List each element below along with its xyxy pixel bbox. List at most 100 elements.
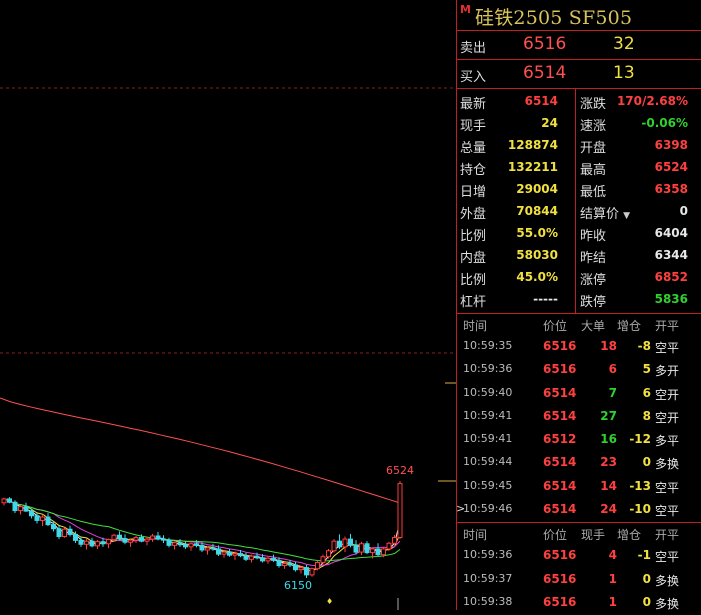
stat-value: 24 (541, 116, 558, 130)
candle-body (359, 543, 364, 553)
kline-svg: 6524 6150 ♦ (0, 87, 456, 610)
ticks-header: 时间 价位 大单 增仓 开平 (457, 314, 701, 336)
tick-type: 多换 (655, 573, 680, 588)
tick-row[interactable]: 10:59:44 6514 23 0 多换 (457, 452, 701, 475)
tick-price: 6516 (543, 339, 577, 353)
stat-value: ----- (533, 292, 558, 306)
stat-value: 6358 (654, 182, 688, 196)
tick-volume: 1 (608, 594, 617, 609)
kline-chart[interactable]: 6524 6150 ♦ (0, 0, 456, 610)
candle-body (238, 553, 243, 557)
tick-time: 10:59:41 (463, 432, 513, 446)
stat-label: 开盘 (580, 141, 607, 156)
bottom-marker-icon: ♦ (326, 597, 333, 606)
candle-body (29, 510, 34, 517)
tick-row[interactable]: 10:59:40 6514 7 6 空开 (457, 383, 701, 406)
candle-body (309, 568, 315, 576)
contract-title: M 硅铁2505 SF505 (457, 0, 701, 31)
tick-type: 空平 (655, 341, 680, 355)
buy-volume: 13 (613, 63, 635, 83)
stat-label: 外盘 (460, 207, 487, 222)
candle-body (177, 542, 183, 546)
candle-body (194, 543, 199, 546)
stats-row: 日增 29004 最低 6358 (457, 179, 701, 201)
tick-row[interactable]: >10:59:46 6514 24 -10 空平 (456, 499, 701, 522)
tick-price: 6512 (543, 432, 577, 447)
tick-oi-change: 8 (642, 408, 651, 423)
candle-body (205, 547, 210, 551)
tick-time: 10:59:41 (463, 408, 513, 422)
candle-body (150, 535, 155, 540)
tick-volume: 1 (608, 571, 617, 586)
candle-body (40, 516, 45, 521)
ticks-header-cell: 大单 (581, 319, 606, 333)
stats-row: 内盘 58030 昨结 6344 (457, 245, 701, 267)
stat-value: -0.06% (641, 116, 688, 130)
candle-body (62, 528, 67, 538)
stat-label: 跌停 (580, 295, 607, 310)
tick-row[interactable]: 10:59:38 6516 1 0 多换 (457, 592, 701, 615)
tick-time: 10:59:36 (463, 548, 513, 562)
tick-row[interactable]: 10:59:36 6516 4 -1 空平 (457, 545, 701, 568)
sell-label: 卖出 (460, 41, 487, 56)
tick-time: 10:59:45 (463, 478, 513, 492)
tick-price: 6514 (543, 408, 577, 423)
candle-body (353, 544, 359, 553)
candle-body (315, 561, 320, 570)
candle-body (45, 516, 51, 526)
market-marker: M (460, 3, 471, 16)
ticks-header-cell: 价位 (543, 528, 568, 543)
tick-price: 6514 (543, 478, 577, 493)
candle-body (89, 540, 95, 547)
stat-value: 29004 (516, 182, 558, 196)
candle-body (122, 538, 128, 543)
tick-volume: 4 (608, 548, 617, 563)
tick-oi-change: 0 (642, 455, 651, 470)
tick-row[interactable]: 10:59:41 6514 27 8 空开 (457, 406, 701, 429)
candle-body (271, 557, 276, 561)
candle-body (249, 555, 254, 560)
long-moving-average-line (0, 397, 401, 504)
candle-body (67, 528, 73, 535)
tick-oi-change: 0 (642, 571, 651, 586)
stat-value: 6514 (524, 94, 558, 108)
candle-body (265, 557, 271, 562)
candle-body (364, 543, 370, 554)
tick-oi-change: -8 (637, 339, 651, 353)
candle-body (260, 557, 265, 562)
stats-row: 总量 128874 开盘 6398 (457, 135, 701, 157)
candle-body (210, 547, 216, 550)
stats-row: 现手 24 速涨 -0.06% (457, 113, 701, 135)
tick-row[interactable]: 10:59:35 6516 18 -8 空平 (457, 336, 701, 359)
candle-body (133, 537, 139, 541)
buy-quote[interactable]: 买入 6514 13 (457, 60, 701, 89)
candle-body (51, 524, 56, 530)
tick-row[interactable]: 10:59:41 6512 16 -12 多平 (457, 429, 701, 452)
dropdown-arrow-icon[interactable]: ▼ (623, 211, 630, 221)
candle-body (320, 556, 326, 563)
tick-time: 10:59:46 (463, 502, 513, 516)
buy-label: 买入 (460, 70, 487, 85)
stat-label: 速涨 (580, 119, 607, 134)
tick-price: 6516 (543, 594, 577, 609)
candle-body (56, 528, 62, 538)
ticks-header-cell: 价位 (543, 319, 568, 333)
candle-body (227, 551, 232, 556)
sell-quote[interactable]: 卖出 6516 32 (457, 31, 701, 60)
candle-body (293, 564, 298, 571)
stat-label: 比例 (460, 273, 487, 288)
tick-volume: 27 (600, 408, 617, 423)
tick-row[interactable]: 10:59:37 6516 1 0 多换 (457, 569, 701, 592)
tick-row[interactable]: 10:59:45 6514 14 -13 空平 (457, 476, 701, 499)
tick-oi-change: 5 (642, 362, 651, 377)
ticks-header-cell: 现手 (581, 528, 606, 543)
stat-value: 6344 (654, 248, 688, 262)
tick-volume: 23 (600, 455, 617, 470)
tick-row[interactable]: 10:59:36 6516 6 5 多开 (457, 359, 701, 382)
stat-label[interactable]: 结算价 ▼ (580, 203, 630, 222)
stat-label: 现手 (460, 119, 487, 134)
stat-label: 最低 (580, 185, 607, 200)
stats-row: 外盘 70844 结算价 ▼ 0 (457, 201, 701, 223)
candle-body (342, 538, 348, 548)
tick-price: 6514 (543, 455, 577, 470)
